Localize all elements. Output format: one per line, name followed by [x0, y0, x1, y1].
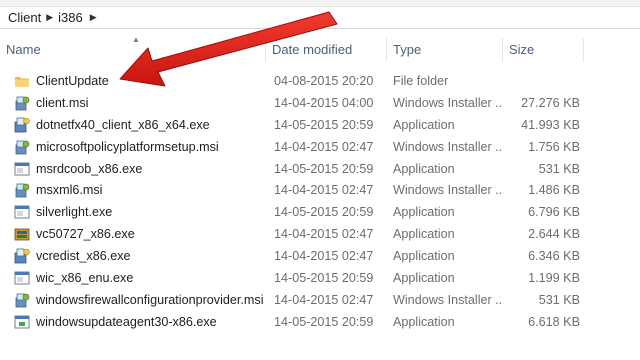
file-date-modified: 14-05-2015 20:59: [274, 314, 374, 329]
file-size: 1.199 KB: [528, 270, 580, 285]
file-date-modified: 14-05-2015 20:59: [274, 205, 374, 220]
folder-icon: [14, 73, 30, 89]
file-type: Application: [393, 314, 455, 329]
address-breadcrumb[interactable]: Client ▶ i386 ▶: [0, 6, 640, 29]
column-header-date-modified[interactable]: Date modified: [266, 38, 387, 62]
file-row[interactable]: windowsupdateagent30-x86.exe 14-05-2015 2…: [0, 311, 640, 333]
file-name-cell[interactable]: windowsupdateagent30-x86.exe: [0, 314, 266, 330]
file-type: Application: [393, 227, 455, 242]
file-name-cell[interactable]: vcredist_x86.exe: [0, 248, 266, 264]
file-row[interactable]: dotnetfx40_client_x86_x64.exe 14-05-2015 …: [0, 114, 640, 136]
file-row[interactable]: vcredist_x86.exe 14-04-2015 02:47 Applicat…: [0, 245, 640, 267]
file-name: windowsupdateagent30-x86.exe: [36, 314, 217, 329]
file-name-cell[interactable]: msxml6.msi: [0, 182, 266, 198]
file-type: Application: [393, 161, 455, 176]
file-name-cell[interactable]: vc50727_x86.exe: [0, 226, 266, 242]
file-name: dotnetfx40_client_x86_x64.exe: [36, 117, 210, 132]
column-header-date-label: Date modified: [272, 42, 353, 57]
file-name-cell[interactable]: windowsfirewallconfigurationprovider.msi: [0, 292, 266, 308]
file-row[interactable]: vc50727_x86.exe 14-04-2015 02:47 Applicati…: [0, 223, 640, 245]
file-type: Application: [393, 205, 455, 220]
column-header-row: ▲ Name Date modified Type Size: [0, 35, 600, 62]
file-row[interactable]: msrdcoob_x86.exe 14-05-2015 20:59 Applicat…: [0, 158, 640, 180]
file-name: msxml6.msi: [36, 183, 103, 198]
file-row[interactable]: wic_x86_enu.exe 14-05-2015 20:59 Applicati…: [0, 267, 640, 289]
file-date-modified: 14-04-2015 02:47: [274, 249, 374, 264]
file-type: Windows Installer ...: [393, 292, 503, 307]
file-row[interactable]: client.msi 14-04-2015 04:00 Windows Instal…: [0, 92, 640, 114]
app-exe-icon: [14, 204, 30, 220]
breadcrumb-separator-icon[interactable]: ▶: [90, 12, 97, 23]
setup-exe-icon: [14, 117, 30, 133]
column-header-size[interactable]: Size: [503, 38, 584, 62]
installer-icon: [14, 292, 30, 308]
column-header-name[interactable]: ▲ Name: [0, 35, 266, 62]
column-header-type-label: Type: [393, 42, 422, 57]
file-type: Windows Installer ...: [393, 183, 503, 198]
breadcrumb-item-client[interactable]: Client: [0, 10, 44, 25]
file-name: ClientUpdate: [36, 73, 109, 88]
installer-icon: [14, 182, 30, 198]
setup-exe-icon: [14, 248, 30, 264]
file-date-modified: 14-04-2015 02:47: [274, 139, 374, 154]
file-date-modified: 14-05-2015 20:59: [274, 270, 374, 285]
file-name-cell[interactable]: ClientUpdate: [0, 73, 266, 89]
file-size: 6.796 KB: [528, 205, 580, 220]
file-name-cell[interactable]: dotnetfx40_client_x86_x64.exe: [0, 117, 266, 133]
installer-icon: [14, 95, 30, 111]
sort-ascending-icon: ▲: [132, 35, 140, 44]
file-size: 1.756 KB: [528, 139, 580, 154]
file-name: client.msi: [36, 95, 89, 110]
file-size: 41.993 KB: [521, 117, 580, 132]
file-date-modified: 14-05-2015 20:59: [274, 161, 374, 176]
file-date-modified: 14-05-2015 20:59: [274, 117, 374, 132]
file-size: 1.486 KB: [528, 183, 580, 198]
file-size: 6.346 KB: [528, 249, 580, 264]
file-type: Application: [393, 117, 455, 132]
file-size: 531 KB: [538, 292, 580, 307]
file-name: windowsfirewallconfigurationprovider.msi: [36, 292, 264, 307]
file-list: ClientUpdate 04-08-2015 20:20 File folder c…: [0, 70, 640, 333]
file-type: Windows Installer ...: [393, 95, 503, 110]
file-name-cell[interactable]: wic_x86_enu.exe: [0, 270, 266, 286]
file-size: 531 KB: [538, 161, 580, 176]
column-header-type[interactable]: Type: [387, 38, 503, 62]
file-name: microsoftpolicyplatformsetup.msi: [36, 139, 219, 154]
file-name: wic_x86_enu.exe: [36, 270, 134, 285]
file-date-modified: 04-08-2015 20:20: [274, 73, 374, 88]
file-size: 2.644 KB: [528, 227, 580, 242]
file-date-modified: 14-04-2015 02:47: [274, 183, 374, 198]
file-date-modified: 14-04-2015 04:00: [274, 95, 374, 110]
file-size: 6.618 KB: [528, 314, 580, 329]
breadcrumb-separator-icon[interactable]: ▶: [46, 12, 53, 23]
file-row[interactable]: microsoftpolicyplatformsetup.msi 14-04-20…: [0, 136, 640, 158]
file-date-modified: 14-04-2015 02:47: [274, 292, 374, 307]
column-header-name-label: Name: [6, 42, 41, 57]
file-name-cell[interactable]: silverlight.exe: [0, 204, 266, 220]
file-name: vc50727_x86.exe: [36, 227, 135, 242]
file-name: vcredist_x86.exe: [36, 249, 131, 264]
app-exe-icon: [14, 270, 30, 286]
app-exe-icon: [14, 161, 30, 177]
file-type: Application: [393, 249, 455, 264]
file-name-cell[interactable]: microsoftpolicyplatformsetup.msi: [0, 139, 266, 155]
breadcrumb-item-i386[interactable]: i386: [53, 10, 86, 25]
update-exe-icon: [14, 314, 30, 330]
file-row[interactable]: msxml6.msi 14-04-2015 02:47 Windows Instal…: [0, 179, 640, 201]
file-type: Windows Installer ...: [393, 139, 503, 154]
file-type: Application: [393, 270, 455, 285]
package-exe-icon: [14, 226, 30, 242]
file-name: msrdcoob_x86.exe: [36, 161, 143, 176]
file-date-modified: 14-04-2015 02:47: [274, 227, 374, 242]
file-type: File folder: [393, 73, 449, 88]
file-name-cell[interactable]: msrdcoob_x86.exe: [0, 161, 266, 177]
installer-icon: [14, 139, 30, 155]
file-size: 27.276 KB: [521, 95, 580, 110]
file-name-cell[interactable]: client.msi: [0, 95, 266, 111]
file-row[interactable]: windowsfirewallconfigurationprovider.msi…: [0, 289, 640, 311]
file-row[interactable]: silverlight.exe 14-05-2015 20:59 Applicati…: [0, 201, 640, 223]
file-row[interactable]: ClientUpdate 04-08-2015 20:20 File folder: [0, 70, 640, 92]
column-header-size-label: Size: [509, 42, 535, 57]
file-name: silverlight.exe: [36, 205, 113, 220]
